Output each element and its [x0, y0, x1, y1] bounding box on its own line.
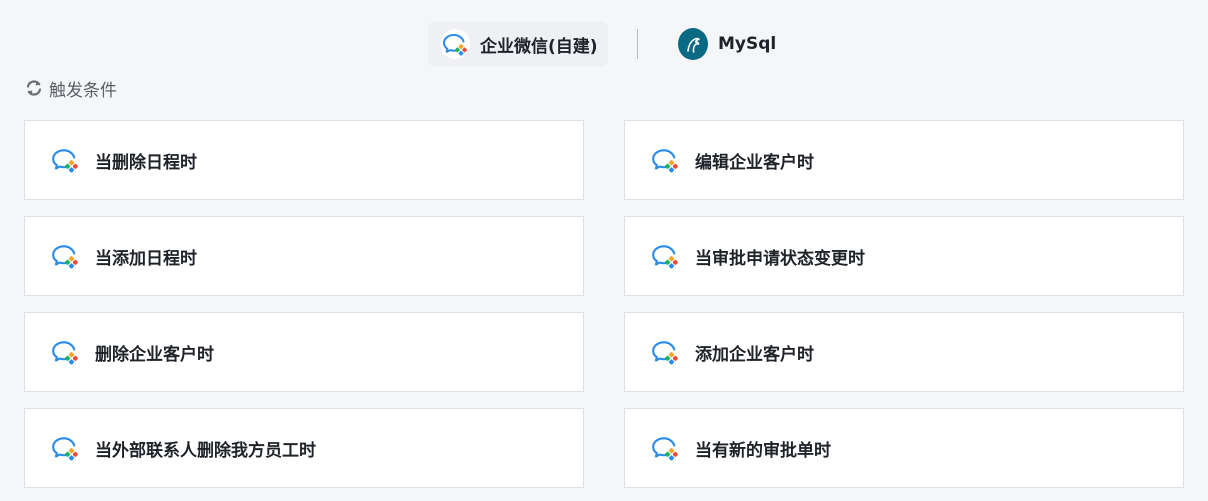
wecom-icon — [440, 29, 470, 59]
trigger-label: 当有新的审批单时 — [695, 440, 831, 461]
trigger-label: 删除企业客户时 — [95, 344, 214, 365]
trigger-card[interactable]: 当审批申请状态变更时 — [624, 216, 1184, 296]
trigger-card[interactable]: 删除企业客户时 — [24, 312, 584, 392]
wecom-icon — [651, 434, 679, 462]
trigger-card[interactable]: 当有新的审批单时 — [624, 408, 1184, 488]
trigger-card[interactable]: 当外部联系人删除我方员工时 — [24, 408, 584, 488]
trigger-selection-page: 企业微信(自建) MySql 触发条件 当删除日程时 编辑企业客户时 当添加日程… — [0, 0, 1208, 501]
trigger-label: 当添加日程时 — [95, 248, 197, 269]
mysql-dolphin-icon — [678, 28, 708, 60]
app-tabs: 企业微信(自建) MySql — [0, 22, 1208, 66]
trigger-card[interactable]: 当删除日程时 — [24, 120, 584, 200]
wecom-icon — [51, 146, 79, 174]
tab-mysql[interactable]: MySql — [674, 22, 794, 66]
tab-mysql-label: MySql — [718, 34, 777, 54]
section-title: 触发条件 — [24, 76, 117, 101]
trigger-label: 当外部联系人删除我方员工时 — [95, 440, 316, 461]
trigger-card[interactable]: 编辑企业客户时 — [624, 120, 1184, 200]
wecom-icon — [651, 338, 679, 366]
wecom-icon — [51, 242, 79, 270]
tab-wecom-label: 企业微信(自建) — [480, 36, 598, 57]
trigger-label: 当删除日程时 — [95, 152, 197, 173]
trigger-label: 当审批申请状态变更时 — [695, 248, 865, 269]
tab-divider — [637, 29, 638, 59]
wecom-icon — [651, 146, 679, 174]
trigger-card[interactable]: 当添加日程时 — [24, 216, 584, 296]
refresh-icon — [24, 78, 44, 98]
wecom-icon — [51, 338, 79, 366]
section-title-label: 触发条件 — [49, 80, 117, 101]
trigger-label: 添加企业客户时 — [695, 344, 814, 365]
trigger-card[interactable]: 添加企业客户时 — [624, 312, 1184, 392]
tab-wecom[interactable]: 企业微信(自建) — [428, 22, 608, 66]
trigger-label: 编辑企业客户时 — [695, 152, 814, 173]
wecom-icon — [651, 242, 679, 270]
wecom-icon — [51, 434, 79, 462]
